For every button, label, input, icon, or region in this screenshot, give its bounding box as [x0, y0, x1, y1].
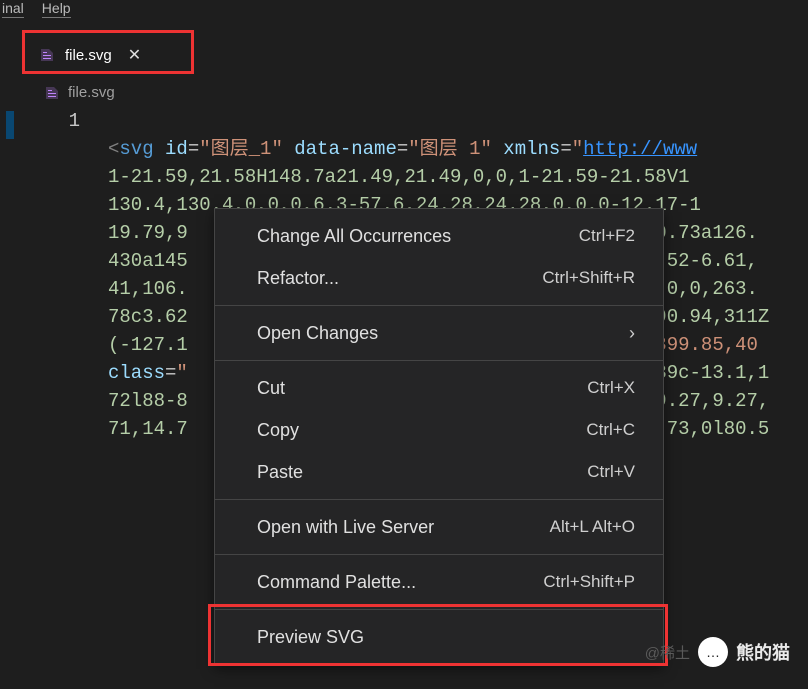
menu-cut[interactable]: Cut Ctrl+X — [215, 367, 663, 409]
keybinding: Ctrl+C — [586, 420, 635, 440]
tab-bar: file.svg ✕ — [0, 36, 808, 74]
code-token: = — [165, 362, 176, 384]
menu-label: Refactor... — [257, 268, 339, 289]
code-token: " — [572, 138, 583, 160]
menu-label: Open Changes — [257, 323, 378, 344]
code-token: data-name — [283, 138, 397, 160]
menu-separator — [215, 609, 663, 610]
watermark: @稀土 … 熊的猫 — [645, 637, 790, 667]
context-menu: Change All Occurrences Ctrl+F2 Refactor.… — [214, 208, 664, 665]
code-token: = — [188, 138, 199, 160]
menu-copy[interactable]: Copy Ctrl+C — [215, 409, 663, 451]
menu-label: Cut — [257, 378, 285, 399]
code-token: 78c3.62 — [108, 306, 188, 328]
code-token: = — [397, 138, 408, 160]
code-token: 430a145 — [108, 250, 188, 272]
chevron-right-icon: › — [629, 323, 635, 344]
menu-separator — [215, 554, 663, 555]
tab-file-svg[interactable]: file.svg ✕ — [24, 36, 154, 74]
code-token: id — [165, 138, 188, 160]
menu-label: Preview SVG — [257, 627, 364, 648]
menubar: inal Help — [0, 0, 808, 22]
menu-separator — [215, 360, 663, 361]
menu-label: Copy — [257, 420, 299, 441]
menu-change-all-occurrences[interactable]: Change All Occurrences Ctrl+F2 — [215, 215, 663, 257]
code-token: "图层_1" — [199, 138, 283, 160]
gutter: 1 — [0, 107, 108, 471]
code-token: (-127.1 — [108, 334, 188, 356]
keybinding: Alt+L Alt+O — [550, 517, 635, 537]
menu-preview-svg[interactable]: Preview SVG — [215, 616, 663, 658]
watermark-icon: … — [698, 637, 728, 667]
breadcrumb[interactable]: file.svg — [0, 74, 808, 105]
code-token: 71,14.7 — [108, 418, 188, 440]
menu-separator — [215, 305, 663, 306]
menu-separator — [215, 499, 663, 500]
menu-open-with-live-server[interactable]: Open with Live Server Alt+L Alt+O — [215, 506, 663, 548]
code-token: 39c-13.1,1 — [655, 362, 769, 384]
code-token: 72l88-8 — [108, 390, 188, 412]
code-token: http://www — [583, 138, 697, 160]
code-token: = — [560, 138, 571, 160]
watermark-faint: @稀土 — [645, 642, 690, 663]
breadcrumb-label: file.svg — [68, 84, 115, 101]
menu-terminal[interactable]: inal — [2, 0, 24, 18]
menu-help[interactable]: Help — [42, 0, 71, 18]
code-token: xmlns — [492, 138, 560, 160]
code-token: 19.79,9 — [108, 222, 188, 244]
tab-label: file.svg — [65, 47, 112, 64]
menu-label: Open with Live Server — [257, 517, 434, 538]
active-line-indicator — [6, 111, 14, 139]
keybinding: Ctrl+F2 — [579, 226, 635, 246]
menu-refactor[interactable]: Refactor... Ctrl+Shift+R — [215, 257, 663, 299]
code-token: class — [108, 362, 165, 384]
svg-file-icon — [44, 85, 60, 101]
keybinding: Ctrl+Shift+R — [542, 268, 635, 288]
code-token: < — [108, 138, 119, 160]
menu-command-palette[interactable]: Command Palette... Ctrl+Shift+P — [215, 561, 663, 603]
menu-open-changes[interactable]: Open Changes › — [215, 312, 663, 354]
code-token: "图层 1" — [408, 138, 492, 160]
code-token: 41,106. — [108, 278, 188, 300]
keybinding: Ctrl+Shift+P — [543, 572, 635, 592]
svg-file-icon — [39, 47, 55, 63]
menu-label: Change All Occurrences — [257, 226, 451, 247]
menu-label: Paste — [257, 462, 303, 483]
code-token: svg — [119, 138, 165, 160]
code-token: 1-21.59,21.58H148.7a21.49,21.49,0,0,1-21… — [108, 166, 690, 188]
menu-label: Command Palette... — [257, 572, 416, 593]
keybinding: Ctrl+V — [587, 462, 635, 482]
watermark-text: 熊的猫 — [736, 639, 790, 665]
code-token: " — [176, 362, 187, 384]
close-icon[interactable]: ✕ — [128, 45, 141, 65]
menu-paste[interactable]: Paste Ctrl+V — [215, 451, 663, 493]
keybinding: Ctrl+X — [587, 378, 635, 398]
